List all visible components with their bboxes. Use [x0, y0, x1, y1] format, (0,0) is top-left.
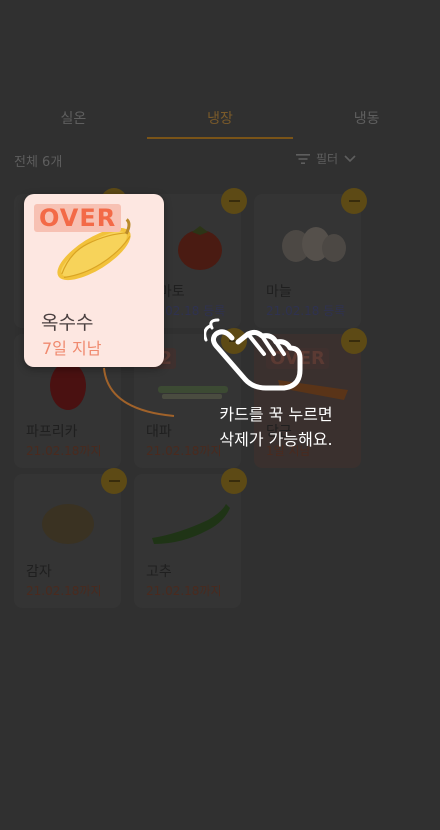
filter-label: 필터 [316, 152, 339, 166]
tab-fridge[interactable]: 냉장 [146, 100, 294, 140]
item-date: 21.02.18까지 [26, 584, 102, 598]
item-date: 21.02.18 등록 [266, 304, 346, 318]
remove-icon[interactable] [221, 188, 247, 214]
remove-icon[interactable] [341, 328, 367, 354]
gesture-arc [103, 367, 175, 417]
item-name: 대파 [146, 424, 172, 440]
remove-icon[interactable] [101, 468, 127, 494]
item-name: 옥수수 [41, 312, 94, 334]
highlighted-item-card[interactable]: OVER 옥수수 7일 지남 [24, 194, 164, 367]
item-date: 21.02.18까지 [26, 444, 102, 458]
remove-icon[interactable] [221, 468, 247, 494]
item-card-garlic[interactable]: 마늘 21.02.18 등록 [254, 188, 367, 328]
tab-room-temp[interactable]: 실온 [0, 100, 147, 140]
potato-image [42, 504, 94, 544]
item-name: 파프리카 [26, 424, 78, 440]
delete-hint: 카드를 꾹 누르면 삭제가 가능해요. [200, 402, 352, 452]
item-card-chili-pepper[interactable]: 고추 21.02.18까지 [134, 468, 247, 608]
delete-hint-line1: 카드를 꾹 누르면 [219, 405, 333, 424]
delete-hint-line2: 삭제가 가능해요. [219, 430, 333, 449]
item-card-potato[interactable]: 감자 21.02.18까지 [14, 468, 127, 608]
item-count: 전체 6개 [14, 155, 63, 170]
item-name: 마늘 [266, 284, 292, 300]
item-name: 고추 [146, 564, 172, 580]
storage-tabs: 실온 냉장 냉동 [0, 100, 440, 140]
expired-status: 7일 지남 [42, 339, 102, 358]
long-press-hand-icon [204, 318, 303, 391]
over-badge: OVER [34, 204, 122, 232]
tab-freezer[interactable]: 냉동 [293, 100, 440, 140]
garlic-image [282, 227, 346, 262]
filter-icon [296, 153, 310, 164]
item-date: 21.02.18까지 [146, 584, 222, 598]
remove-icon[interactable] [341, 188, 367, 214]
item-name: 감자 [26, 564, 52, 580]
chili-pepper-image [152, 504, 230, 544]
filter-button[interactable]: 필터 [296, 150, 356, 167]
chevron-down-icon [344, 154, 356, 162]
